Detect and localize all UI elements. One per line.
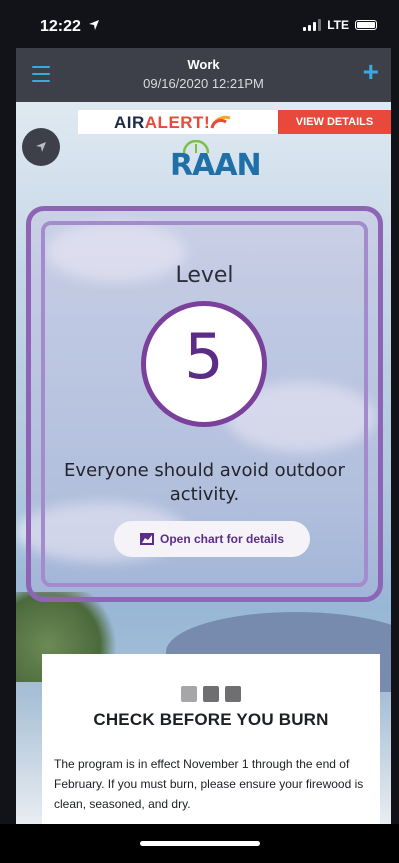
timestamp: 09/16/2020 12:21PM [143, 76, 264, 91]
burn-icons [42, 686, 380, 702]
air-alert-banner[interactable]: AIRALERT! VIEW DETAILS [78, 110, 391, 134]
burn-heading: CHECK BEFORE YOU BURN [93, 710, 329, 729]
air-alert-logo: AIRALERT! [114, 113, 211, 132]
level-label: Level [175, 263, 234, 288]
home-indicator[interactable] [140, 841, 260, 846]
burn-body-text: The program is in effect November 1 thro… [54, 757, 364, 811]
battery-icon [355, 20, 377, 30]
status-bar: 12:22 LTE [0, 0, 399, 48]
level-circle: 5 [141, 301, 267, 427]
home-indicator-area [0, 824, 399, 863]
burn-info-panel: CHECK BEFORE YOU BURN The program is in … [42, 654, 380, 824]
location-title: Work [187, 57, 220, 72]
firewood-icon [225, 686, 241, 702]
wood-icon [181, 686, 197, 702]
alert-wave-icon [210, 115, 231, 129]
open-chart-label: Open chart for details [159, 532, 285, 546]
aqi-level-card: Level 5 Everyone should avoid outdoor ac… [26, 206, 383, 602]
view-details-button[interactable]: VIEW DETAILS [278, 110, 391, 134]
raan-logo: RAAN [164, 140, 262, 184]
locate-me-button[interactable] [22, 128, 60, 166]
status-time: 12:22 [40, 18, 81, 35]
open-chart-button[interactable]: Open chart for details [114, 521, 310, 557]
level-value: 5 [184, 320, 224, 393]
location-arrow-icon [89, 20, 99, 30]
chart-icon [139, 533, 154, 545]
phone-screen: 12:22 LTE Work 09/16/2020 12:21PM + AIRA… [0, 0, 399, 863]
top-nav: Work 09/16/2020 12:21PM + [16, 48, 391, 102]
health-message: Everyone should avoid outdoor activity. [64, 460, 345, 505]
signal-icon [303, 19, 322, 31]
logo-text: RAAN [170, 148, 262, 183]
main-content[interactable]: AIRALERT! VIEW DETAILS RAAN Level 5 Ever… [16, 102, 391, 824]
status-indicators: LTE [303, 18, 377, 32]
fireplace-icon [203, 686, 219, 702]
location-arrow-icon [36, 142, 46, 152]
network-label: LTE [327, 18, 349, 32]
add-location-button[interactable]: + [363, 58, 379, 86]
